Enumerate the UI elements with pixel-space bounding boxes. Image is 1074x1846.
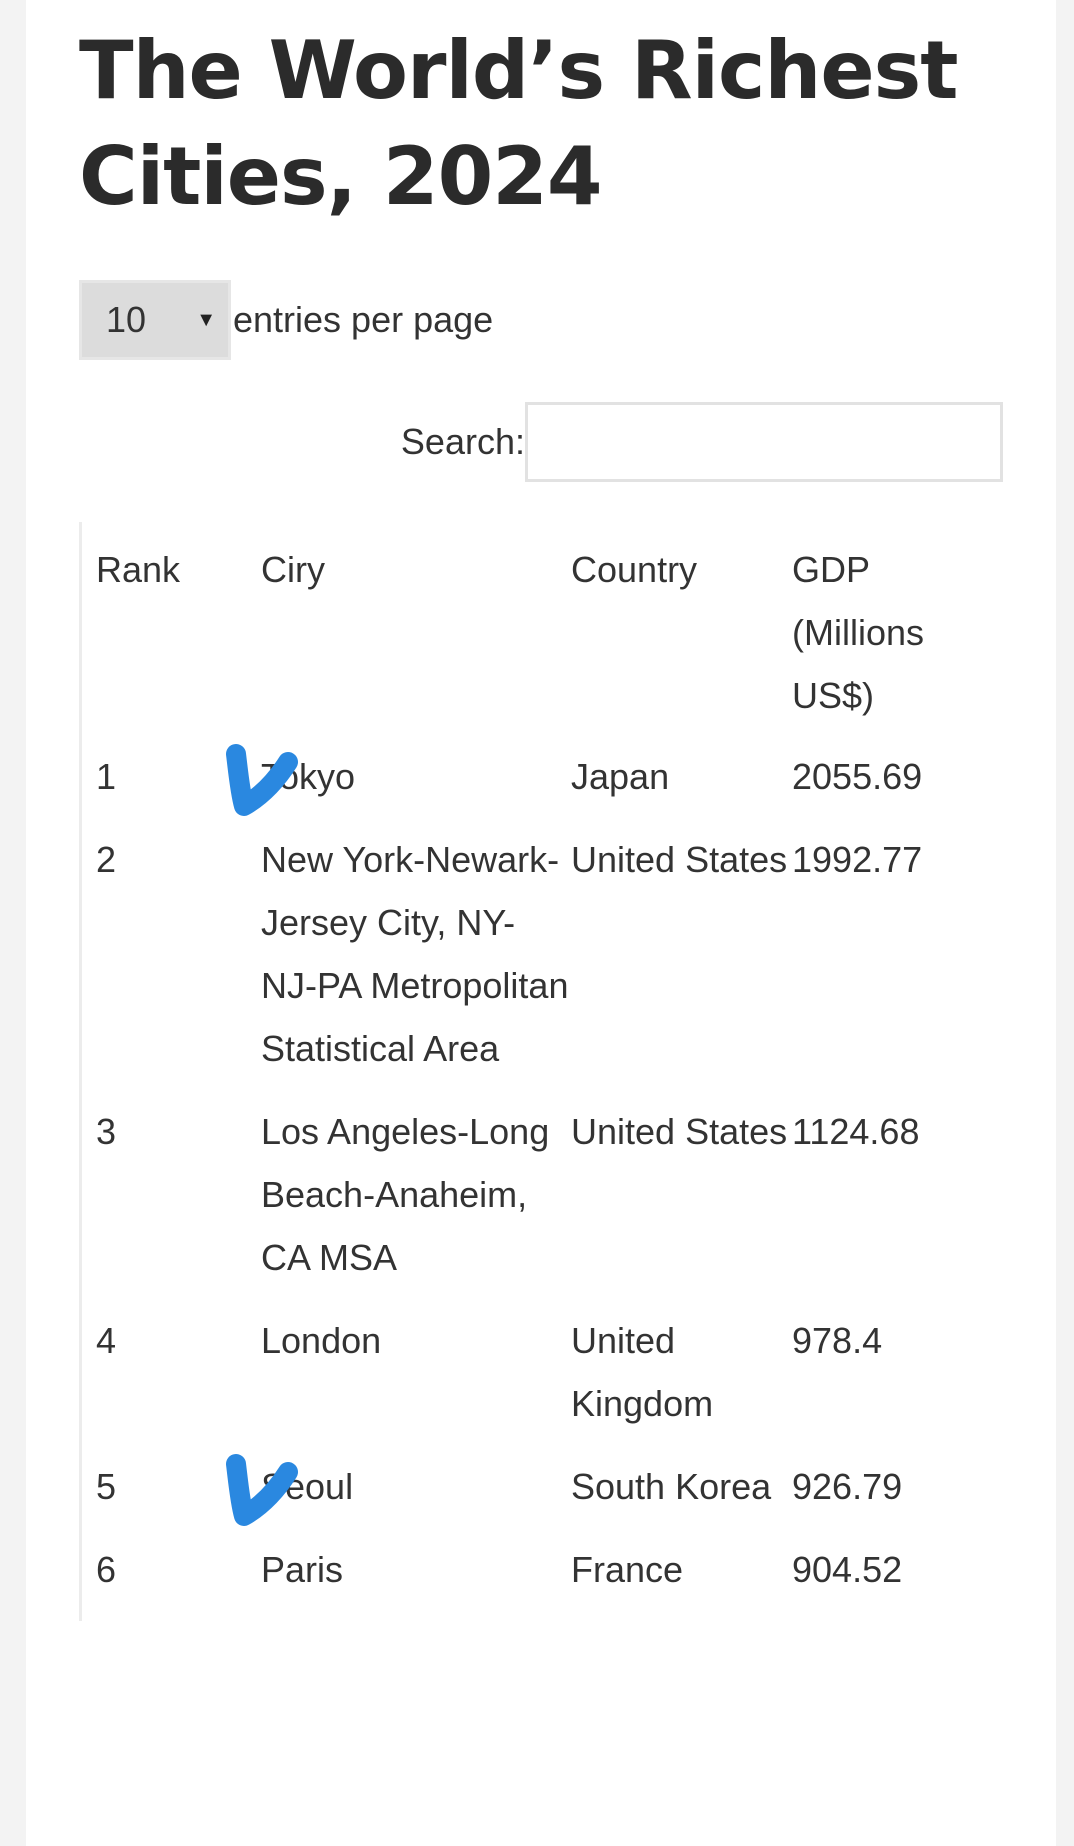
table-row: 1 Tokyo Japan 2055.69 bbox=[82, 744, 1006, 828]
header-city[interactable]: Ciry bbox=[261, 522, 571, 745]
country-cell: United States bbox=[571, 1111, 788, 1152]
gdp-cell: 1124.68 bbox=[792, 1111, 920, 1152]
gdp-cell: 978.4 bbox=[792, 1320, 883, 1361]
country-cell: United States bbox=[571, 839, 788, 880]
caret-down-icon: ▼ bbox=[196, 308, 216, 331]
search-input[interactable] bbox=[525, 402, 1003, 482]
table-row: 5 Seoul South Korea 926.79 bbox=[82, 1454, 1006, 1538]
rank-cell: 2 bbox=[96, 839, 117, 880]
city-cell: London bbox=[261, 1320, 382, 1361]
search-control: Search: bbox=[0, 401, 1003, 483]
gdp-cell: 904.52 bbox=[792, 1549, 903, 1590]
city-cell: Paris bbox=[261, 1549, 344, 1590]
entries-value: 10 bbox=[106, 299, 147, 340]
city-cell: New York-Newark-Jersey City, NY-NJ-PA Me… bbox=[261, 839, 569, 1069]
country-cell: United Kingdom bbox=[571, 1320, 714, 1424]
table-row: 4 London United Kingdom 978.4 bbox=[82, 1309, 1006, 1455]
entries-label: entries per page bbox=[233, 299, 494, 340]
country-cell: France bbox=[571, 1549, 684, 1590]
cities-table-wrapper: Rank Ciry Country GDP (Millions US$) 1 To… bbox=[79, 522, 1006, 1621]
check-mark-icon bbox=[226, 1454, 298, 1526]
table-row: 3 Los Angeles-Long Beach-Anaheim, CA MSA U… bbox=[82, 1100, 1006, 1309]
entries-per-page-select[interactable]: 10 ▼ bbox=[79, 280, 231, 360]
city-cell: Los Angeles-Long Beach-Anaheim, CA MSA bbox=[261, 1111, 550, 1278]
cities-table: Rank Ciry Country GDP (Millions US$) 1 To… bbox=[82, 522, 1006, 1621]
search-label: Search: bbox=[400, 421, 525, 462]
header-country[interactable]: Country bbox=[571, 522, 792, 745]
table-body: 1 Tokyo Japan 2055.69 2 New York-Newark-Jerse… bbox=[82, 744, 1006, 1621]
entries-control: 10 ▼ entries per page bbox=[79, 278, 493, 362]
table-header-row: Rank Ciry Country GDP (Millions US$) bbox=[82, 522, 1006, 745]
table-row: 6 Paris France 904.52 bbox=[82, 1538, 1006, 1621]
gdp-cell: 1992.77 bbox=[792, 839, 923, 880]
rank-cell: 4 bbox=[96, 1320, 117, 1361]
rank-cell: 6 bbox=[96, 1549, 117, 1590]
check-mark-icon bbox=[226, 744, 298, 816]
country-cell: Japan bbox=[571, 756, 670, 797]
gdp-cell: 926.79 bbox=[792, 1466, 903, 1507]
header-rank[interactable]: Rank bbox=[82, 522, 261, 745]
header-gdp[interactable]: GDP (Millions US$) bbox=[792, 522, 1006, 745]
country-cell: South Korea bbox=[571, 1466, 772, 1507]
rank-cell: 5 bbox=[96, 1466, 117, 1507]
rank-cell: 3 bbox=[96, 1111, 117, 1152]
gdp-cell: 2055.69 bbox=[792, 756, 923, 797]
page-title: The World’s Richest Cities, 2024 bbox=[79, 24, 959, 223]
rank-cell: 1 bbox=[96, 756, 117, 797]
table-row: 2 New York-Newark-Jersey City, NY-NJ-PA M… bbox=[82, 828, 1006, 1100]
